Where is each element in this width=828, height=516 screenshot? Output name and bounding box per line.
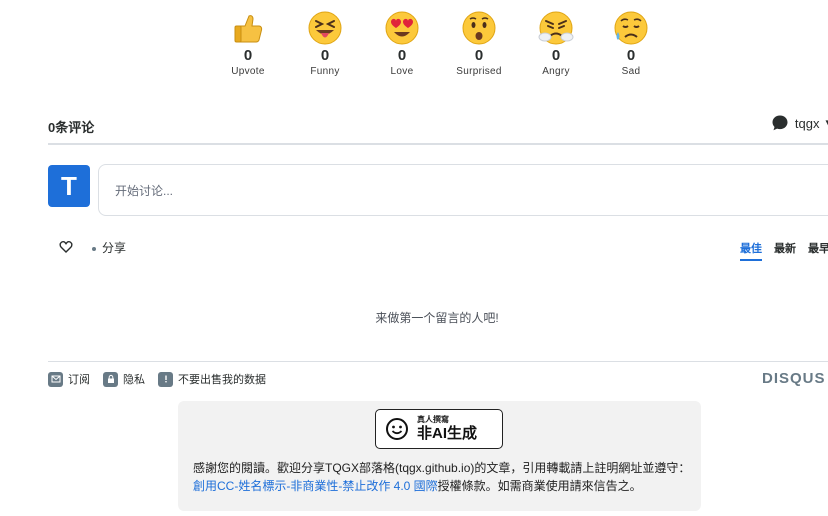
sad-sweat-face-icon	[614, 11, 648, 45]
share-button[interactable]: 分享	[92, 239, 126, 256]
username: tqgx	[794, 115, 820, 131]
sort-tab-oldest[interactable]: 最早	[808, 240, 828, 261]
reaction-funny[interactable]: 0 Funny	[295, 10, 355, 77]
comment-count: 0条评论	[48, 120, 95, 135]
reaction-label: Surprised	[456, 66, 502, 77]
reaction-count: 0	[551, 47, 561, 64]
envelope-icon	[48, 371, 63, 387]
steam-face-icon	[538, 11, 574, 45]
license-box: 真人撰寫 非AI生成 感謝您的閱讀。歡迎分享TQGX部落格(tqgx.githu…	[178, 401, 701, 511]
sort-tab-best[interactable]: 最佳	[740, 240, 762, 261]
license-text-intro: 感謝您的閱讀。歡迎分享TQGX部落格(tqgx.github.io)的文章，引用…	[193, 461, 691, 475]
reaction-label: Love	[390, 66, 414, 77]
reaction-count: 0	[626, 47, 636, 64]
thumbs-up-icon	[234, 15, 263, 43]
subscribe-link[interactable]: 订阅	[48, 371, 90, 387]
disqus-logo[interactable]: DISQUS	[762, 370, 826, 387]
reaction-label: Funny	[310, 66, 340, 77]
badge-title: 非AI生成	[417, 425, 478, 442]
empty-comments-message: 来做第一个留言的人吧!	[375, 311, 499, 325]
actions-row: 分享 最佳 最新 最早	[48, 238, 828, 261]
footer: 订阅 隐私 不要出售我的数据 DISQUS	[48, 369, 828, 389]
sort-tab-newest[interactable]: 最新	[774, 240, 796, 261]
reaction-surprised[interactable]: 0 Surprised	[449, 10, 509, 77]
bullet-dot	[92, 246, 96, 251]
exclamation-icon	[158, 371, 173, 387]
license-text-outro: 授權條款。如需商業使用請來信告之。	[437, 479, 642, 493]
privacy-label: 隐私	[123, 374, 145, 386]
do-not-sell-label: 不要出售我的数据	[178, 374, 266, 386]
speech-bubble-icon	[772, 115, 788, 131]
reaction-count: 0	[243, 47, 253, 64]
heart-eyes-face-icon	[385, 11, 419, 45]
hushed-face-icon	[462, 11, 496, 45]
footer-divider	[48, 361, 828, 362]
lock-icon	[103, 371, 118, 387]
smiley-icon	[386, 418, 408, 440]
reaction-label: Sad	[621, 66, 641, 77]
reaction-label: Angry	[542, 66, 570, 77]
comment-header: 0条评论 tqgx ▾	[48, 110, 828, 145]
reaction-count: 0	[397, 47, 407, 64]
do-not-sell-link[interactable]: 不要出售我的数据	[158, 371, 266, 387]
squinting-tongue-face-icon	[308, 11, 342, 45]
reaction-angry[interactable]: 0 Angry	[526, 10, 586, 77]
privacy-link[interactable]: 隐私	[103, 371, 145, 387]
license-text: 感謝您的閱讀。歡迎分享TQGX部落格(tqgx.github.io)的文章，引用…	[193, 459, 693, 495]
reaction-sad[interactable]: 0 Sad	[601, 10, 661, 77]
subscribe-label: 订阅	[68, 374, 90, 386]
comment-input[interactable]: 开始讨论...	[98, 164, 828, 216]
reaction-love[interactable]: 0 Love	[372, 10, 432, 77]
heart-icon[interactable]	[59, 240, 73, 254]
share-label: 分享	[102, 241, 127, 255]
user-menu[interactable]: tqgx ▾	[771, 114, 828, 132]
reaction-count: 0	[474, 47, 484, 64]
cc-license-link[interactable]: 創用CC-姓名標示-非商業性-禁止改作 4.0 國際	[193, 479, 438, 493]
reactions-bar: 0 Upvote 0 Funny 0 Love 0 Surprised 0 An…	[218, 10, 658, 84]
avatar[interactable]: T	[48, 165, 90, 207]
reaction-upvote[interactable]: 0 Upvote	[218, 10, 278, 77]
sort-tabs: 最佳 最新 最早	[740, 240, 828, 261]
human-written-badge: 真人撰寫 非AI生成	[375, 409, 503, 449]
badge-caption: 真人撰寫	[417, 415, 449, 424]
reaction-label: Upvote	[231, 66, 265, 77]
reaction-count: 0	[320, 47, 330, 64]
